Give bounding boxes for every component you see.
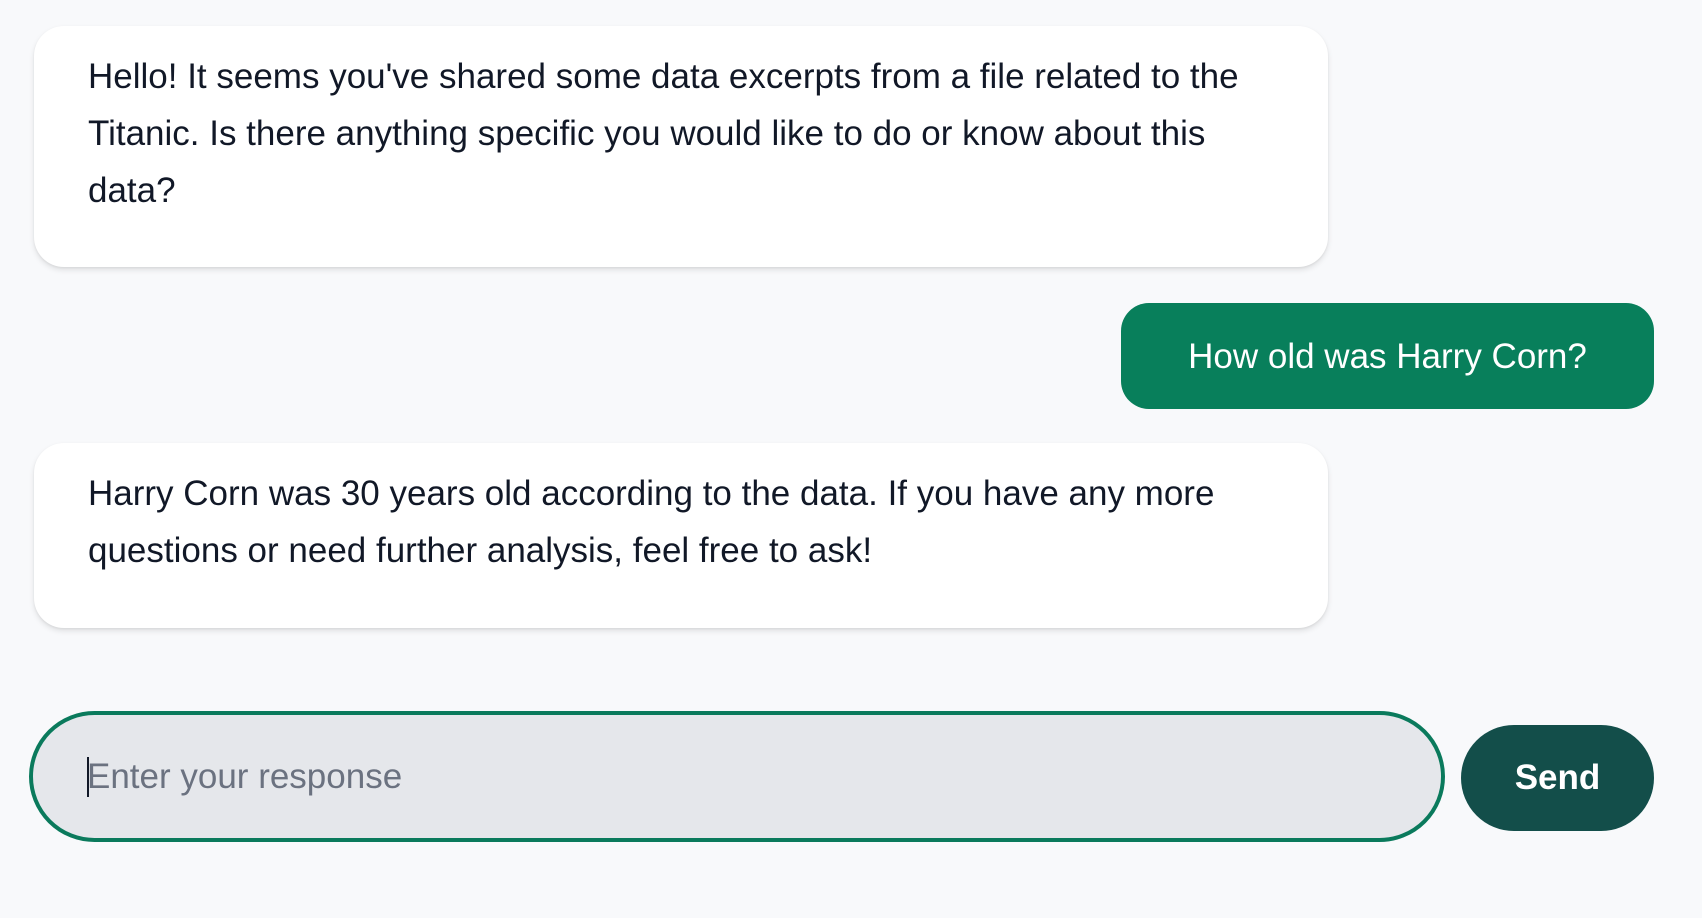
response-input-container[interactable] — [29, 711, 1445, 842]
user-message: How old was Harry Corn? — [1121, 303, 1654, 409]
send-button[interactable]: Send — [1461, 725, 1654, 831]
text-cursor — [87, 757, 89, 797]
assistant-message: Hello! It seems you've shared some data … — [34, 26, 1328, 267]
assistant-message: Harry Corn was 30 years old according to… — [34, 443, 1328, 628]
response-input[interactable] — [87, 715, 1387, 838]
